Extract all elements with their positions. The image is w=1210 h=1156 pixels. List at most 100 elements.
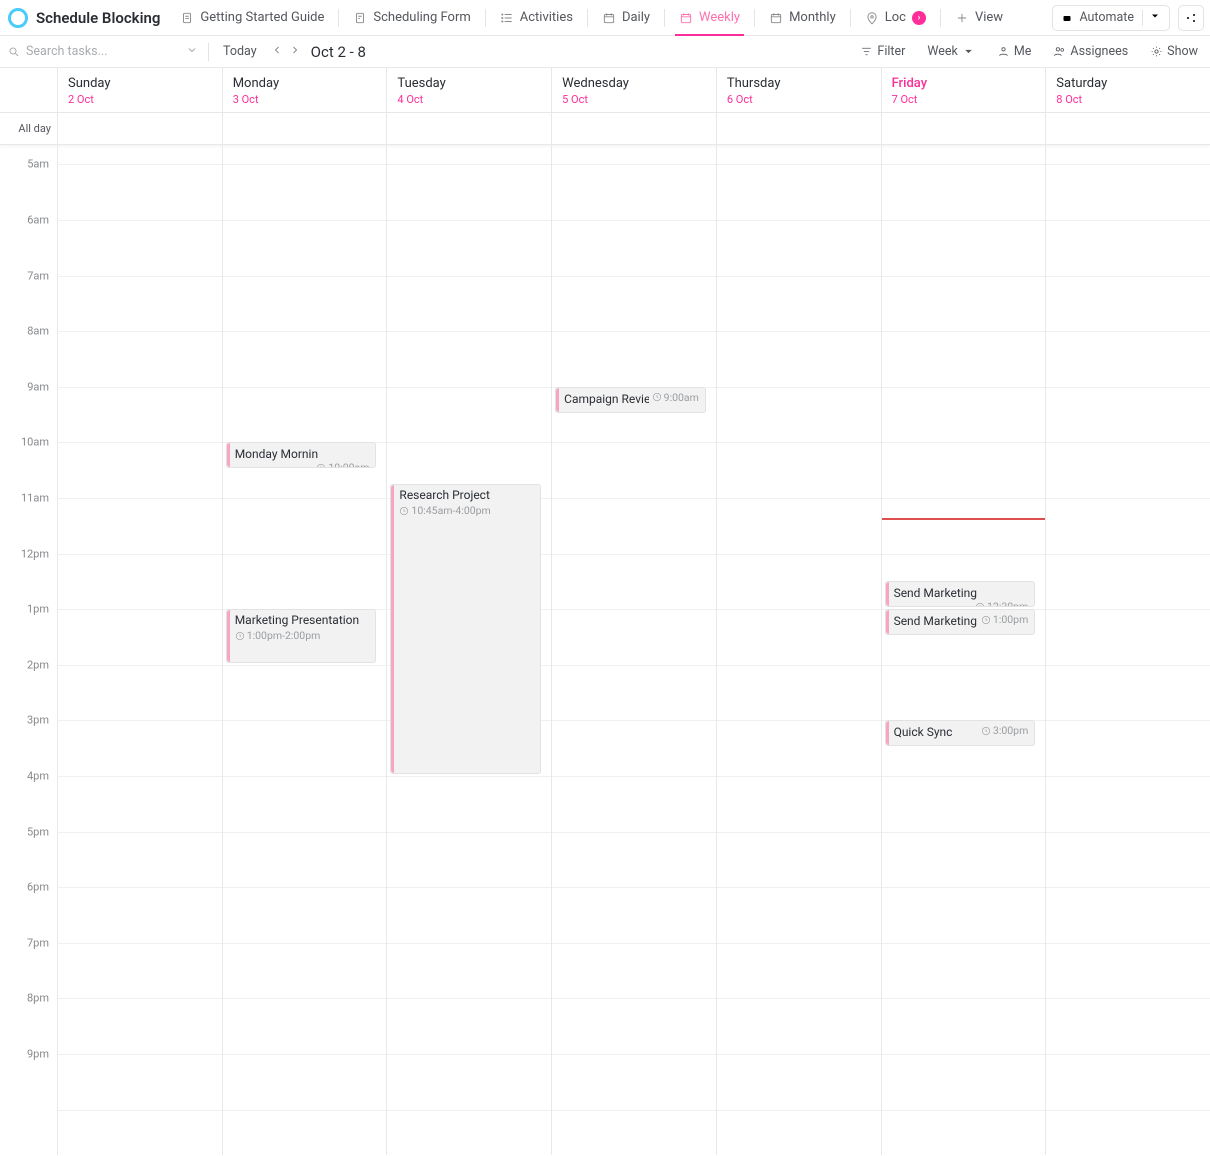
calendar-event[interactable]: Campaign Revie9:00am xyxy=(555,387,706,413)
day-header-wednesday[interactable]: Wednesday5 Oct xyxy=(551,68,716,112)
tab-view[interactable]: View xyxy=(945,0,1013,35)
person-icon xyxy=(997,45,1010,58)
tab-label: Scheduling Form xyxy=(373,10,470,25)
calendar-event[interactable]: Send Marketing12:30pm xyxy=(885,581,1036,607)
tab-label: Monthly xyxy=(789,10,836,25)
tab-weekly[interactable]: Weekly xyxy=(669,0,750,35)
all-day-cell[interactable] xyxy=(881,113,1046,144)
automate-label: Automate xyxy=(1079,10,1134,25)
hour-label: 10am xyxy=(21,436,49,449)
robot-icon xyxy=(1061,12,1073,24)
day-header-sunday[interactable]: Sunday2 Oct xyxy=(57,68,222,112)
all-day-cell[interactable] xyxy=(386,113,551,144)
gear-icon xyxy=(1150,45,1163,58)
all-day-cell[interactable] xyxy=(222,113,387,144)
day-header-row: Sunday2 OctMonday3 OctTuesday4 OctWednes… xyxy=(0,68,1210,113)
form-icon xyxy=(353,11,367,25)
calendar-grid[interactable]: 5am6am7am8am9am10am11am12pm1pm2pm3pm4pm5… xyxy=(0,145,1210,1155)
share-icon xyxy=(1185,12,1197,24)
today-button[interactable]: Today xyxy=(219,44,261,59)
search-input[interactable]: Search tasks... xyxy=(8,44,198,60)
tab-loc[interactable]: Loc› xyxy=(855,0,936,35)
day-header-monday[interactable]: Monday3 Oct xyxy=(222,68,387,112)
day-column[interactable] xyxy=(716,145,881,1155)
cal-icon xyxy=(769,11,783,25)
tab-activities[interactable]: Activities xyxy=(490,0,583,35)
show-button[interactable]: Show xyxy=(1146,44,1202,59)
all-day-cell[interactable] xyxy=(1045,113,1210,144)
calendar: Sunday2 OctMonday3 OctTuesday4 OctWednes… xyxy=(0,68,1210,1155)
doc-icon xyxy=(180,11,194,25)
hour-label: 7pm xyxy=(27,936,49,949)
week-dropdown[interactable]: Week xyxy=(923,44,979,59)
next-week-button[interactable] xyxy=(289,44,301,60)
calendar-toolbar: Search tasks... Today Oct 2 - 8 Filter W… xyxy=(0,36,1210,68)
date-range: Oct 2 - 8 xyxy=(311,43,366,61)
prev-week-button[interactable] xyxy=(271,44,283,60)
tab-monthly[interactable]: Monthly xyxy=(759,0,846,35)
tab-scheduling-form[interactable]: Scheduling Form xyxy=(343,0,480,35)
view-tabs: Getting Started Guide Scheduling Form Acti… xyxy=(170,0,1013,35)
page-title-block: Schedule Blocking xyxy=(4,8,170,28)
automate-button[interactable]: Automate xyxy=(1052,5,1170,31)
hour-label: 3pm xyxy=(27,714,49,727)
all-day-row: All day xyxy=(0,113,1210,145)
cal-icon xyxy=(602,11,616,25)
hour-label: 11am xyxy=(21,492,49,505)
caret-down-icon xyxy=(962,45,975,58)
app-logo-icon xyxy=(8,8,28,28)
hour-label: 9pm xyxy=(27,1048,49,1061)
tab-label: Weekly xyxy=(699,10,740,25)
day-column[interactable] xyxy=(1045,145,1210,1155)
hour-label: 2pm xyxy=(27,658,49,671)
filter-icon xyxy=(860,45,873,58)
day-column[interactable]: Send Marketing12:30pmSend Marketing1:00p… xyxy=(881,145,1046,1155)
day-column[interactable]: Campaign Revie9:00am xyxy=(551,145,716,1155)
calendar-event[interactable]: Quick Sync3:00pm xyxy=(885,720,1036,746)
day-column[interactable]: Monday Mornin10:00am Marketing Presentati… xyxy=(222,145,387,1155)
calendar-event[interactable]: Research Project10:45am-4:00pm xyxy=(390,484,541,774)
all-day-cell[interactable] xyxy=(716,113,881,144)
all-day-cell[interactable] xyxy=(551,113,716,144)
page-title: Schedule Blocking xyxy=(36,9,160,27)
people-icon xyxy=(1053,45,1066,58)
assignees-button[interactable]: Assignees xyxy=(1049,44,1132,59)
me-button[interactable]: Me xyxy=(993,44,1036,59)
day-column[interactable]: Research Project10:45am-4:00pm xyxy=(386,145,551,1155)
hour-label: 8pm xyxy=(27,992,49,1005)
chevron-down-icon xyxy=(1142,10,1161,26)
tab-label: Daily xyxy=(622,10,650,25)
list-icon xyxy=(500,11,514,25)
share-button[interactable] xyxy=(1178,5,1204,31)
clock-icon xyxy=(981,615,991,625)
day-header-tuesday[interactable]: Tuesday4 Oct xyxy=(386,68,551,112)
filter-button[interactable]: Filter xyxy=(856,44,909,59)
search-placeholder: Search tasks... xyxy=(26,44,108,59)
day-column[interactable] xyxy=(57,145,222,1155)
calendar-event[interactable]: Marketing Presentation1:00pm-2:00pm xyxy=(226,609,377,663)
calendar-event[interactable]: Monday Mornin10:00am xyxy=(226,442,377,468)
hour-label: 9am xyxy=(27,380,49,393)
pin-icon xyxy=(865,11,879,25)
hour-label: 7am xyxy=(27,269,49,282)
all-day-label: All day xyxy=(0,113,57,144)
time-gutter: 5am6am7am8am9am10am11am12pm1pm2pm3pm4pm5… xyxy=(0,145,57,1155)
day-header-saturday[interactable]: Saturday8 Oct xyxy=(1045,68,1210,112)
hour-label: 4pm xyxy=(27,770,49,783)
cal-icon xyxy=(679,11,693,25)
calendar-event[interactable]: Send Marketing1:00pm xyxy=(885,609,1036,635)
tab-label: View xyxy=(975,10,1003,25)
chevron-down-icon[interactable] xyxy=(186,44,198,60)
hour-label: 6pm xyxy=(27,881,49,894)
day-header-thursday[interactable]: Thursday6 Oct xyxy=(716,68,881,112)
badge-icon: › xyxy=(912,11,926,25)
tab-getting-started-guide[interactable]: Getting Started Guide xyxy=(170,0,334,35)
day-header-friday[interactable]: Friday7 Oct xyxy=(881,68,1046,112)
clock-icon xyxy=(235,631,245,641)
tab-daily[interactable]: Daily xyxy=(592,0,660,35)
hour-label: 1pm xyxy=(27,603,49,616)
topbar-right-tools: Automate xyxy=(1052,5,1210,31)
search-icon xyxy=(8,46,20,58)
clock-icon xyxy=(981,726,991,736)
all-day-cell[interactable] xyxy=(57,113,222,144)
